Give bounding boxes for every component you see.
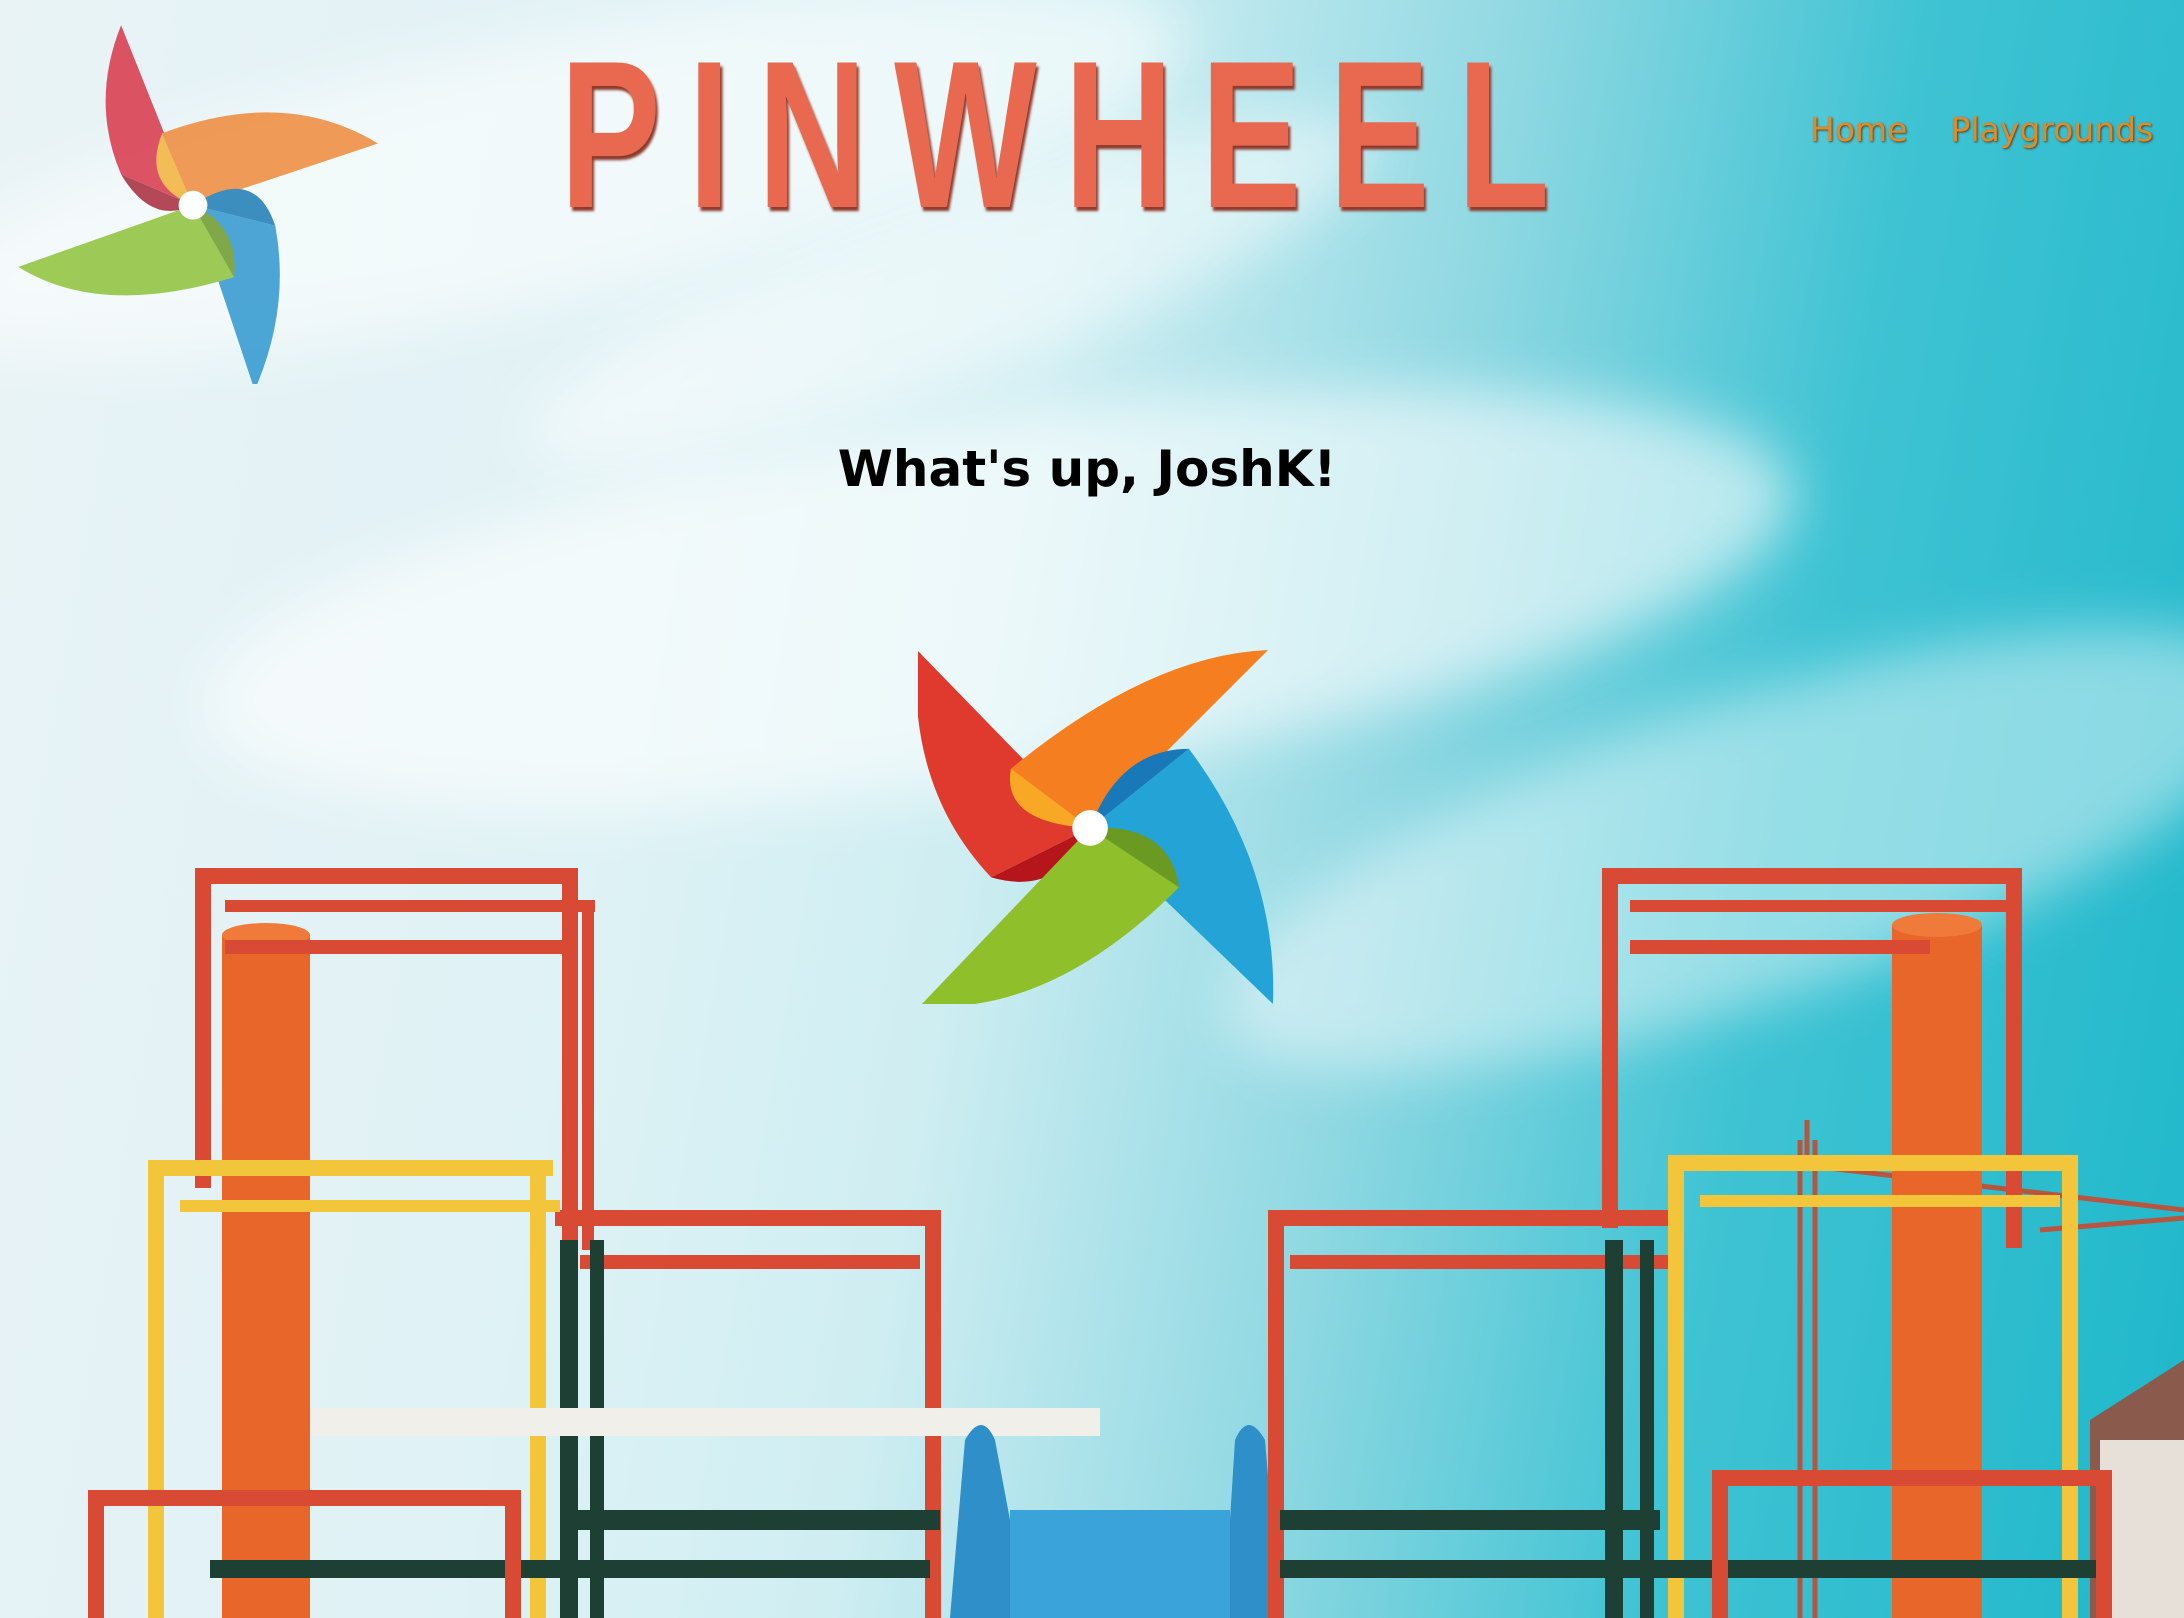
greeting-text: What's up, JoshK! <box>837 440 1337 498</box>
nav-playgrounds-link[interactable]: Playgrounds <box>1951 110 2154 149</box>
site-title: PINWHEEL <box>560 17 1577 252</box>
pinwheel-logo-icon[interactable] <box>8 14 378 384</box>
main-nav: Home Playgrounds C <box>1810 110 2184 149</box>
nav-home-link[interactable]: Home <box>1810 110 1907 149</box>
pinwheel-hero-icon <box>918 649 1274 1004</box>
page: PINWHEEL Home Playgrounds C What's up, J… <box>0 0 2184 1618</box>
greeting-heading: What's up, JoshK! <box>0 440 2184 498</box>
